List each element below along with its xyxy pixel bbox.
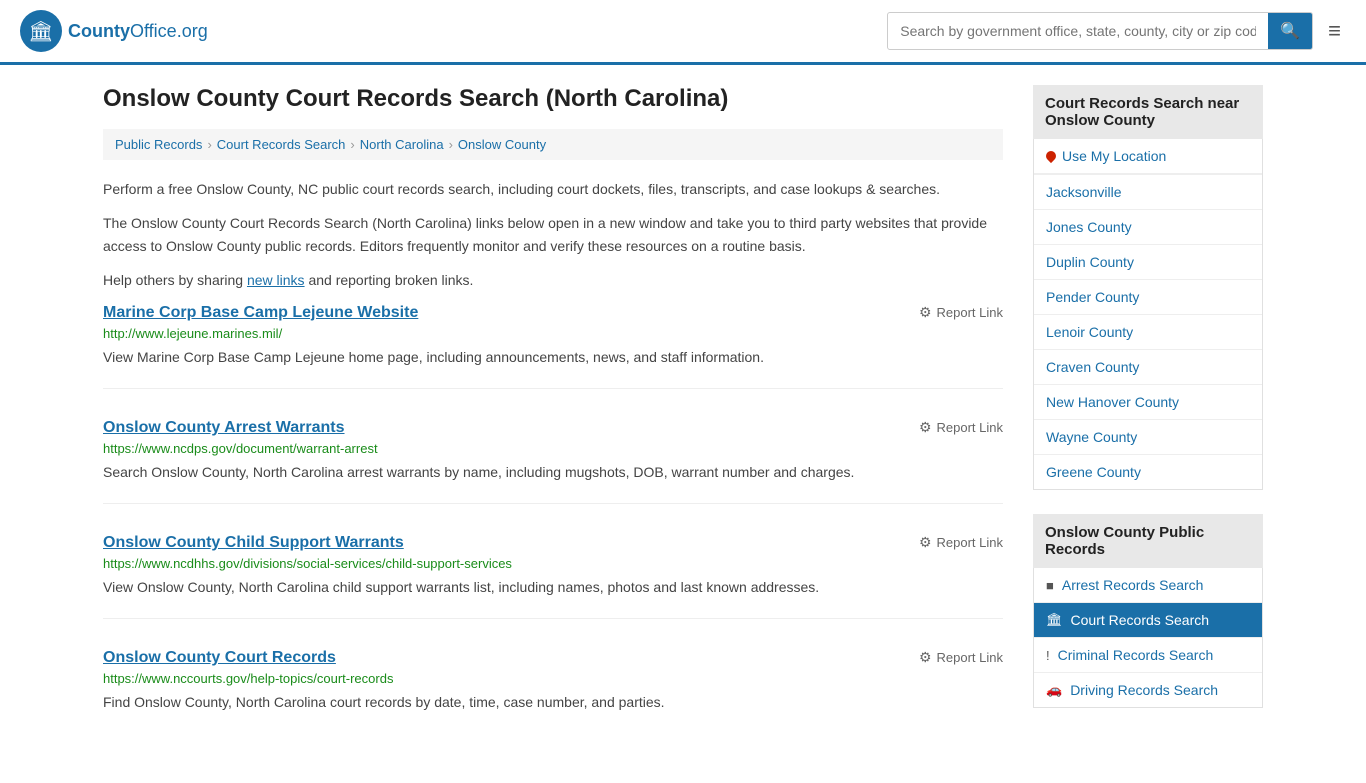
content-wrapper: Onslow County Court Records Search (Nort… bbox=[83, 65, 1283, 783]
sidebar: Court Records Search near Onslow County … bbox=[1033, 85, 1263, 763]
report-icon-3: ⚙ bbox=[919, 649, 932, 666]
nearby-greene-county[interactable]: Greene County bbox=[1034, 455, 1262, 489]
breadcrumb-onslow-county[interactable]: Onslow County bbox=[458, 137, 546, 152]
criminal-records-label: Criminal Records Search bbox=[1058, 647, 1214, 663]
arrest-records-label: Arrest Records Search bbox=[1062, 577, 1204, 593]
result-title-3[interactable]: Onslow County Court Records bbox=[103, 649, 336, 667]
public-records-driving[interactable]: 🚗 Driving Records Search bbox=[1034, 673, 1262, 707]
result-desc-3: Find Onslow County, North Carolina court… bbox=[103, 692, 1003, 713]
result-item-3: Onslow County Court Records ⚙ Report Lin… bbox=[103, 649, 1003, 733]
nearby-section-title: Court Records Search near Onslow County bbox=[1033, 85, 1263, 139]
court-records-icon: 🏛 bbox=[1046, 612, 1063, 628]
result-title-0[interactable]: Marine Corp Base Camp Lejeune Website bbox=[103, 304, 418, 322]
public-records-arrest[interactable]: ■ Arrest Records Search bbox=[1034, 568, 1262, 603]
driving-records-link[interactable]: 🚗 Driving Records Search bbox=[1034, 673, 1262, 707]
driving-records-label: Driving Records Search bbox=[1070, 682, 1218, 698]
report-label-1: Report Link bbox=[937, 420, 1003, 435]
arrest-records-link[interactable]: ■ Arrest Records Search bbox=[1034, 568, 1262, 602]
description-3: Help others by sharing new links and rep… bbox=[103, 269, 1003, 291]
nearby-new-hanover-county-link[interactable]: New Hanover County bbox=[1034, 385, 1262, 419]
menu-icon[interactable]: ≡ bbox=[1323, 13, 1346, 49]
new-links-link[interactable]: new links bbox=[247, 272, 305, 288]
result-header-3: Onslow County Court Records ⚙ Report Lin… bbox=[103, 649, 1003, 667]
result-item-1: Onslow County Arrest Warrants ⚙ Report L… bbox=[103, 419, 1003, 504]
report-link-3[interactable]: ⚙ Report Link bbox=[919, 649, 1003, 666]
search-button[interactable]: 🔍 bbox=[1268, 13, 1312, 49]
breadcrumb-north-carolina[interactable]: North Carolina bbox=[360, 137, 444, 152]
logo-text: CountyOffice.org bbox=[68, 21, 208, 42]
header-right: 🔍 ≡ bbox=[887, 12, 1346, 50]
use-location-link[interactable]: Use My Location bbox=[1034, 139, 1262, 174]
nearby-jacksonville[interactable]: Jacksonville bbox=[1034, 175, 1262, 210]
report-link-1[interactable]: ⚙ Report Link bbox=[919, 419, 1003, 436]
result-item-0: Marine Corp Base Camp Lejeune Website ⚙ … bbox=[103, 304, 1003, 389]
nearby-greene-county-link[interactable]: Greene County bbox=[1034, 455, 1262, 489]
breadcrumb: Public Records › Court Records Search › … bbox=[103, 129, 1003, 160]
result-desc-2: View Onslow County, North Carolina child… bbox=[103, 577, 1003, 598]
result-url-2[interactable]: https://www.ncdhhs.gov/divisions/social-… bbox=[103, 556, 1003, 571]
description-1: Perform a free Onslow County, NC public … bbox=[103, 178, 1003, 200]
nearby-jones-county[interactable]: Jones County bbox=[1034, 210, 1262, 245]
description-2: The Onslow County Court Records Search (… bbox=[103, 212, 1003, 257]
result-title-1[interactable]: Onslow County Arrest Warrants bbox=[103, 419, 345, 437]
nearby-section: Court Records Search near Onslow County … bbox=[1033, 85, 1263, 490]
result-url-1[interactable]: https://www.ncdps.gov/document/warrant-a… bbox=[103, 441, 1003, 456]
search-bar: 🔍 bbox=[887, 12, 1313, 50]
use-location-item[interactable]: Use My Location bbox=[1034, 139, 1262, 175]
results-container: Marine Corp Base Camp Lejeune Website ⚙ … bbox=[103, 304, 1003, 733]
report-link-0[interactable]: ⚙ Report Link bbox=[919, 304, 1003, 321]
criminal-records-icon: ! bbox=[1046, 648, 1050, 663]
driving-records-icon: 🚗 bbox=[1046, 682, 1062, 698]
nearby-new-hanover-county[interactable]: New Hanover County bbox=[1034, 385, 1262, 420]
nearby-pender-county-link[interactable]: Pender County bbox=[1034, 280, 1262, 314]
report-link-2[interactable]: ⚙ Report Link bbox=[919, 534, 1003, 551]
breadcrumb-public-records[interactable]: Public Records bbox=[115, 137, 202, 152]
result-header-2: Onslow County Child Support Warrants ⚙ R… bbox=[103, 534, 1003, 552]
site-header: 🏛 CountyOffice.org 🔍 ≡ bbox=[0, 0, 1366, 65]
nearby-list: Use My Location Jacksonville Jones Count… bbox=[1033, 139, 1263, 490]
criminal-records-link[interactable]: ! Criminal Records Search bbox=[1034, 638, 1262, 672]
result-header-0: Marine Corp Base Camp Lejeune Website ⚙ … bbox=[103, 304, 1003, 322]
public-records-list: ■ Arrest Records Search 🏛 Court Records … bbox=[1033, 568, 1263, 708]
nearby-wayne-county-link[interactable]: Wayne County bbox=[1034, 420, 1262, 454]
use-location-label: Use My Location bbox=[1062, 148, 1166, 164]
report-icon-1: ⚙ bbox=[919, 419, 932, 436]
result-url-3[interactable]: https://www.nccourts.gov/help-topics/cou… bbox=[103, 671, 1003, 686]
report-label-0: Report Link bbox=[937, 305, 1003, 320]
result-title-2[interactable]: Onslow County Child Support Warrants bbox=[103, 534, 404, 552]
nearby-duplin-county-link[interactable]: Duplin County bbox=[1034, 245, 1262, 279]
result-desc-0: View Marine Corp Base Camp Lejeune home … bbox=[103, 347, 1003, 368]
court-records-label: Court Records Search bbox=[1071, 612, 1210, 628]
public-records-section-title: Onslow County Public Records bbox=[1033, 514, 1263, 568]
court-records-link[interactable]: 🏛 Court Records Search bbox=[1034, 603, 1262, 637]
search-input[interactable] bbox=[888, 15, 1268, 47]
result-desc-1: Search Onslow County, North Carolina arr… bbox=[103, 462, 1003, 483]
report-icon-2: ⚙ bbox=[919, 534, 932, 551]
logo[interactable]: 🏛 CountyOffice.org bbox=[20, 10, 208, 52]
arrest-records-icon: ■ bbox=[1046, 578, 1054, 593]
nearby-lenoir-county-link[interactable]: Lenoir County bbox=[1034, 315, 1262, 349]
location-dot-icon bbox=[1044, 149, 1058, 163]
main-content: Onslow County Court Records Search (Nort… bbox=[103, 85, 1003, 763]
public-records-criminal[interactable]: ! Criminal Records Search bbox=[1034, 638, 1262, 673]
nearby-jacksonville-link[interactable]: Jacksonville bbox=[1034, 175, 1262, 209]
public-records-court[interactable]: 🏛 Court Records Search bbox=[1034, 603, 1262, 638]
breadcrumb-court-records[interactable]: Court Records Search bbox=[217, 137, 346, 152]
nearby-craven-county[interactable]: Craven County bbox=[1034, 350, 1262, 385]
nearby-jones-county-link[interactable]: Jones County bbox=[1034, 210, 1262, 244]
nearby-duplin-county[interactable]: Duplin County bbox=[1034, 245, 1262, 280]
public-records-section: Onslow County Public Records ■ Arrest Re… bbox=[1033, 514, 1263, 708]
nearby-pender-county[interactable]: Pender County bbox=[1034, 280, 1262, 315]
report-icon-0: ⚙ bbox=[919, 304, 932, 321]
nearby-wayne-county[interactable]: Wayne County bbox=[1034, 420, 1262, 455]
page-title: Onslow County Court Records Search (Nort… bbox=[103, 85, 1003, 113]
nearby-lenoir-county[interactable]: Lenoir County bbox=[1034, 315, 1262, 350]
nearby-craven-county-link[interactable]: Craven County bbox=[1034, 350, 1262, 384]
result-url-0[interactable]: http://www.lejeune.marines.mil/ bbox=[103, 326, 1003, 341]
result-header-1: Onslow County Arrest Warrants ⚙ Report L… bbox=[103, 419, 1003, 437]
logo-icon: 🏛 bbox=[20, 10, 62, 52]
report-label-3: Report Link bbox=[937, 650, 1003, 665]
result-item-2: Onslow County Child Support Warrants ⚙ R… bbox=[103, 534, 1003, 619]
report-label-2: Report Link bbox=[937, 535, 1003, 550]
